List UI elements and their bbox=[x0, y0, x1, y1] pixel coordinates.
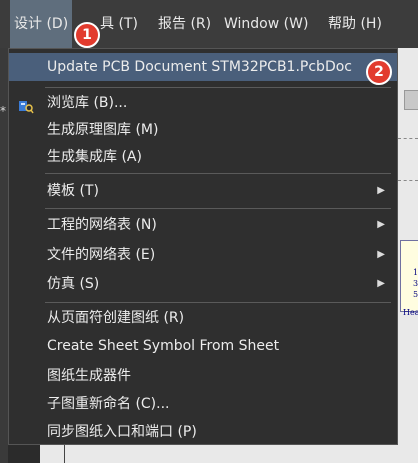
step-badge-2: 2 bbox=[366, 59, 392, 85]
menu-tools[interactable]: 具 (T) bbox=[96, 0, 142, 48]
menu-design-label: 设计 (D) bbox=[14, 16, 69, 32]
menu-separator bbox=[45, 87, 391, 88]
menu-item-label: 工程的网络表 (N) bbox=[47, 217, 157, 233]
menu-item-label: 仿真 (S) bbox=[47, 276, 100, 292]
design-dropdown-menu: Update PCB Document STM32PCB1.PcbDoc 浏览库… bbox=[8, 48, 398, 445]
menu-reports-label: 报告 (R) bbox=[158, 16, 212, 32]
menu-item-label: 模板 (T) bbox=[47, 183, 99, 199]
sheet-pin: 1 bbox=[413, 268, 418, 277]
menu-item-sheet-to-component[interactable]: 图纸生成器件 bbox=[9, 362, 397, 390]
menu-item-document-netlist[interactable]: 文件的网络表 (E) ▶ bbox=[9, 241, 397, 269]
left-panel-edge: * bbox=[0, 48, 8, 463]
menu-item-label: 生成集成库 (A) bbox=[47, 149, 142, 165]
library-browse-icon bbox=[18, 96, 34, 114]
menu-item-label: 同步图纸入口和端口 (P) bbox=[47, 424, 197, 440]
sheet-pin: 5 bbox=[413, 290, 418, 299]
menu-window-label: Window (W) bbox=[224, 16, 309, 32]
menu-item-label: Create Sheet Symbol From Sheet bbox=[47, 338, 280, 354]
menu-item-label: 从页面符创建图纸 (R) bbox=[47, 310, 185, 326]
menu-reports[interactable]: 报告 (R) bbox=[154, 0, 215, 48]
menubar: 设计 (D) 具 (T) 报告 (R) Window (W) 帮助 (H) bbox=[0, 0, 418, 48]
menu-item-update-pcb[interactable]: Update PCB Document STM32PCB1.PcbDoc bbox=[9, 53, 397, 81]
submenu-arrow-icon: ▶ bbox=[377, 278, 385, 289]
submenu-arrow-icon: ▶ bbox=[377, 249, 385, 260]
menu-item-label: 文件的网络表 (E) bbox=[47, 247, 156, 263]
menu-item-templates[interactable]: 模板 (T) ▶ bbox=[9, 177, 397, 205]
menu-item-make-integrated-library[interactable]: 生成集成库 (A) bbox=[9, 143, 397, 171]
canvas-border-line bbox=[64, 445, 65, 463]
menu-help-label: 帮助 (H) bbox=[328, 16, 382, 32]
menu-item-create-symbol-from-sheet[interactable]: Create Sheet Symbol From Sheet bbox=[9, 332, 397, 360]
menu-item-label: Update PCB Document STM32PCB1.PcbDoc bbox=[47, 59, 352, 75]
menu-item-project-netlist[interactable]: 工程的网络表 (N) ▶ bbox=[9, 211, 397, 239]
canvas-bottom bbox=[40, 445, 390, 463]
menu-item-sync-sheet-entries[interactable]: 同步图纸入口和端口 (P) bbox=[9, 418, 397, 446]
menu-help[interactable]: 帮助 (H) bbox=[324, 0, 386, 48]
menu-separator bbox=[45, 302, 391, 303]
sheet-footer: Hea bbox=[403, 308, 418, 317]
menu-tools-label: 具 (T) bbox=[100, 16, 138, 32]
canvas-grid-line bbox=[398, 180, 418, 181]
menu-separator bbox=[45, 208, 391, 209]
menu-design[interactable]: 设计 (D) bbox=[10, 0, 73, 48]
submenu-arrow-icon: ▶ bbox=[377, 219, 385, 230]
canvas-grid-line bbox=[398, 138, 418, 139]
menu-item-simulate[interactable]: 仿真 (S) ▶ bbox=[9, 270, 397, 298]
menu-item-label: 浏览库 (B)... bbox=[47, 95, 128, 111]
menu-item-browse-library[interactable]: 浏览库 (B)... bbox=[9, 89, 397, 117]
menu-item-label: 子图重新命名 (C)... bbox=[47, 396, 170, 412]
modified-marker: * bbox=[0, 104, 6, 118]
menu-separator bbox=[45, 173, 391, 174]
step-badge-1: 1 bbox=[74, 22, 100, 48]
menu-item-label: 生成原理图库 (M) bbox=[47, 122, 159, 138]
canvas-tab[interactable] bbox=[404, 90, 418, 110]
sheet-pin: 3 bbox=[413, 279, 418, 288]
menu-item-make-schematic-library[interactable]: 生成原理图库 (M) bbox=[9, 116, 397, 144]
menu-item-label: 图纸生成器件 bbox=[47, 368, 131, 384]
menu-window[interactable]: Window (W) bbox=[220, 0, 312, 48]
menu-item-create-sheet-from-symbol[interactable]: 从页面符创建图纸 (R) bbox=[9, 304, 397, 332]
menu-item-rename-child-sheet[interactable]: 子图重新命名 (C)... bbox=[9, 390, 397, 418]
submenu-arrow-icon: ▶ bbox=[377, 185, 385, 196]
